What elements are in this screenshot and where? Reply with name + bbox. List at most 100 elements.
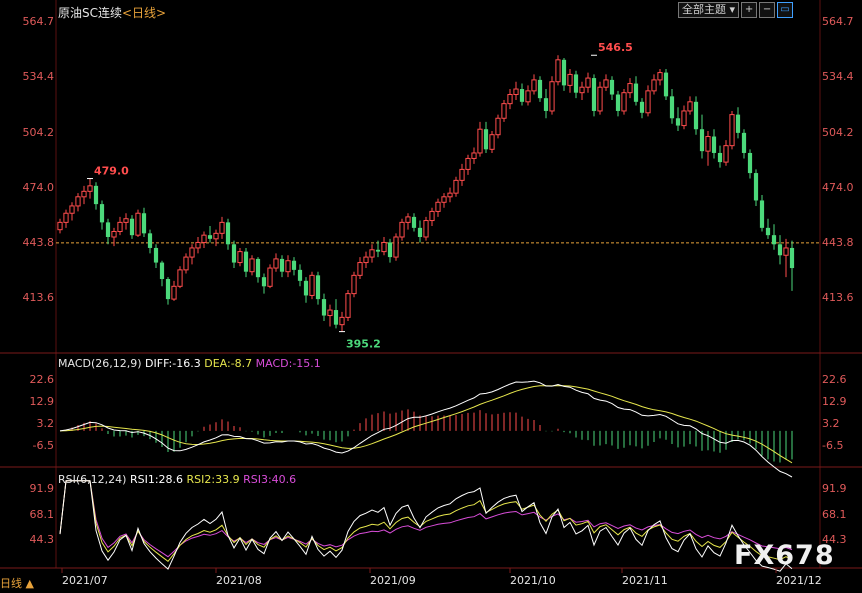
watermark-logo: FX678 xyxy=(734,540,835,571)
candle-body xyxy=(687,101,693,112)
candle-body xyxy=(213,232,219,240)
candle-body xyxy=(177,269,183,287)
main-y-tick-right: 534.4 xyxy=(822,70,854,84)
candle-body xyxy=(651,79,657,92)
candle-body xyxy=(429,210,435,222)
candle-body xyxy=(753,173,759,201)
candle-body xyxy=(321,299,327,316)
candle-body xyxy=(339,316,345,326)
candle-body xyxy=(525,90,531,103)
candle-body xyxy=(201,234,207,243)
candle-body xyxy=(327,309,333,317)
candle-body xyxy=(111,231,117,238)
rsi3-value: RSI3:40.6 xyxy=(243,473,297,486)
macd-y-tick-right: -6.5 xyxy=(822,438,844,452)
candle-body xyxy=(513,88,519,96)
candle-body xyxy=(471,152,477,159)
candle-body xyxy=(333,310,339,325)
candle-body xyxy=(603,79,609,88)
candle-body xyxy=(387,242,393,258)
main-y-tick-left: 534.4 xyxy=(22,70,55,84)
candle-body xyxy=(741,132,747,153)
x-axis-label: 2021/10 xyxy=(510,574,556,587)
candle-body xyxy=(531,79,537,92)
candle-body xyxy=(693,101,699,130)
candle-body xyxy=(141,213,147,234)
candle-body xyxy=(477,128,483,154)
candle-body xyxy=(93,185,99,205)
candle-body xyxy=(81,190,87,198)
main-y-tick-right: 474.0 xyxy=(822,180,854,194)
main-y-tick-left: 564.7 xyxy=(22,15,55,28)
candle-body xyxy=(459,168,465,181)
candle-body xyxy=(273,258,279,269)
x-axis-ticks xyxy=(61,568,777,573)
candle-body xyxy=(75,196,81,207)
candle-body xyxy=(621,92,627,112)
candle-body xyxy=(789,247,795,269)
candle-body xyxy=(723,145,729,163)
candle-body xyxy=(57,221,63,231)
candle-body xyxy=(717,152,723,163)
candle-body xyxy=(579,86,585,94)
candle-body xyxy=(783,247,789,256)
x-axis-label: 2021/12 xyxy=(776,574,822,587)
candle-body xyxy=(225,222,231,245)
chart-canvas[interactable]: 479.0546.5395.2417.5 xyxy=(0,0,862,593)
candle-body xyxy=(381,241,387,253)
candle-body xyxy=(231,244,237,263)
main-y-tick-right: 504.2 xyxy=(822,125,854,139)
candle-body xyxy=(63,212,69,223)
candle-body xyxy=(447,192,453,198)
rsi-name: RSI(6,12,24) xyxy=(58,473,127,486)
macd-y-tick-left: -6.5 xyxy=(32,438,54,452)
extreme-label: 395.2 xyxy=(346,338,381,351)
rsi-y-tick-left: 44.3 xyxy=(29,533,55,547)
candle-body xyxy=(483,129,489,150)
macd-header: MACD(26,12,9) DIFF:-16.3 DEA:-8.7 MACD:-… xyxy=(58,357,321,370)
candle-body xyxy=(189,247,195,258)
candle-body xyxy=(639,101,645,113)
candle-body xyxy=(405,216,411,223)
candle-body xyxy=(777,244,783,256)
candle-body xyxy=(519,89,525,102)
period-selector[interactable]: 日线 ▲ xyxy=(0,575,34,591)
candle-body xyxy=(303,280,309,296)
candle-body xyxy=(681,110,687,127)
macd-dea-value: DEA:-8.7 xyxy=(204,357,253,370)
candle-body xyxy=(219,221,225,234)
candle-body xyxy=(369,249,375,258)
candle-body xyxy=(645,90,651,114)
candle-body xyxy=(393,236,399,258)
candle-body xyxy=(705,136,711,152)
macd-y-tick-right: 22.6 xyxy=(822,372,847,386)
rsi-lines xyxy=(59,480,793,572)
x-axis-label: 2021/11 xyxy=(622,574,668,587)
x-axis-label: 2021/08 xyxy=(216,574,262,587)
candle-body xyxy=(417,227,423,237)
rsi1-value: RSI1:28.6 xyxy=(129,473,184,486)
candle-body xyxy=(759,200,765,228)
candle-body xyxy=(507,94,513,105)
candle-body xyxy=(543,98,549,111)
candle-body xyxy=(633,83,639,102)
main-y-tick-right: 413.6 xyxy=(822,291,854,304)
candle-body xyxy=(597,86,603,112)
candle-body xyxy=(165,279,171,300)
candle-body xyxy=(255,258,261,278)
candle-body xyxy=(735,114,741,133)
candle-body xyxy=(549,81,555,112)
candle-body xyxy=(609,79,615,95)
candle-body xyxy=(765,227,771,236)
rsi-y-tick-right: 68.1 xyxy=(822,507,847,521)
macd-y-tick-left: 12.9 xyxy=(29,394,55,408)
extreme-annotations: 479.0546.5395.2417.5 xyxy=(87,41,633,351)
x-axis-label: 2021/07 xyxy=(62,574,108,587)
macd-name: MACD(26,12,9) xyxy=(58,357,142,370)
rsi-y-tick-left: 68.1 xyxy=(29,507,55,521)
candle-body xyxy=(435,201,441,212)
candle-body xyxy=(585,77,591,88)
candle-body xyxy=(501,103,507,119)
extreme-label: 546.5 xyxy=(598,41,633,54)
candle-body xyxy=(243,251,249,272)
